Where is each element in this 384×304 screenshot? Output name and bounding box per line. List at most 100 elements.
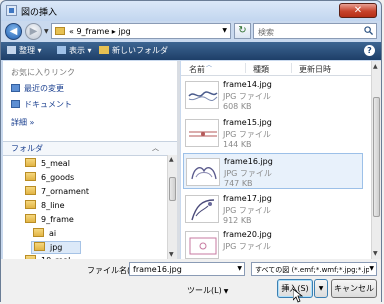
thumbnail-image <box>189 131 217 137</box>
file-item-selected[interactable]: frame16.jpg JPG ファイル 747 KB <box>183 153 363 189</box>
thumbnail-image <box>191 199 215 221</box>
file-item[interactable]: frame15.jpg JPG ファイル 144 KB <box>183 115 363 151</box>
tree-item-7-ornament[interactable]: 7_ornament <box>25 186 89 199</box>
scroll-thumb[interactable] <box>373 97 380 217</box>
file-name: frame16.jpg <box>224 157 273 166</box>
tree-item-label: 6_goods <box>41 173 75 182</box>
refresh-button[interactable]: ↻ <box>234 23 251 39</box>
folder-icon <box>33 228 44 237</box>
scroll-thumb[interactable] <box>169 177 176 201</box>
folder-icon <box>25 186 36 195</box>
search-icon[interactable] <box>364 26 373 35</box>
file-list-scrollbar[interactable]: ▲ ▼ <box>371 61 381 259</box>
close-button[interactable]: ✕ <box>339 3 377 18</box>
chevron-down-icon[interactable]: ▼ <box>369 265 374 272</box>
file-name-field[interactable]: frame16.jpg ▼ <box>129 262 245 276</box>
favorites-header: お気に入りリンク <box>11 68 75 77</box>
tree-item-label: 7_ornament <box>41 187 90 196</box>
thumbnail-image <box>189 237 217 255</box>
tree-item-9-frame[interactable]: 9_frame <box>25 214 74 227</box>
folder-icon <box>34 242 45 251</box>
file-item[interactable]: frame20.jpg JPG ファイル <box>183 227 363 259</box>
column-date[interactable]: 更新日時 <box>299 64 331 75</box>
sort-up-icon: ︿ <box>206 62 213 69</box>
column-headers: 名前 ︿ 種類 更新日時 <box>181 61 371 76</box>
more-links[interactable]: 詳細 » <box>11 117 34 128</box>
chevron-down-icon: ▼ <box>223 288 229 295</box>
tree-item-label: 5_meal <box>41 159 70 168</box>
thumbnail-image <box>188 91 218 101</box>
file-thumbnail <box>185 231 219 259</box>
mouse-cursor-icon <box>293 289 303 303</box>
folder-tree: 5_meal 6_goods 7_ornament 8_line 9_frame… <box>3 155 167 259</box>
recent-pages-chevron-icon[interactable]: ▼ <box>44 28 49 35</box>
chevron-up-icon[interactable]: ︿ <box>152 143 159 153</box>
tree-item-label: ai <box>49 229 57 238</box>
file-thumbnail <box>185 81 219 109</box>
file-name: frame20.jpg <box>223 230 272 239</box>
views-icon <box>57 46 66 54</box>
thumbnail-image <box>191 167 217 180</box>
breadcrumb[interactable]: « 9_frame ▸ jpg <box>69 27 131 36</box>
forward-button[interactable]: ▶ <box>25 23 42 40</box>
tree-item-label: 8_line <box>41 201 65 210</box>
file-size: 747 KB <box>224 179 253 188</box>
folder-icon <box>25 214 36 223</box>
title-bar: 図の挿入 ✕ <box>1 1 381 21</box>
navigation-pane: お気に入りリンク 最近の変更 ドキュメント 詳細 » フォルダ ︿ 5_meal… <box>3 61 177 259</box>
file-thumbnail <box>185 195 219 223</box>
file-item[interactable]: frame17.jpg JPG ファイル 912 KB <box>183 191 363 227</box>
tree-item-label: jpg <box>50 243 63 252</box>
tree-item-6-goods[interactable]: 6_goods <box>25 172 74 185</box>
cancel-button[interactable]: キャンセル <box>331 279 377 298</box>
search-input[interactable]: 検索 <box>253 23 377 39</box>
file-item[interactable]: frame14.jpg JPG ファイル 608 KB <box>183 77 363 113</box>
file-size: 912 KB <box>223 216 252 225</box>
new-folder-icon <box>99 46 109 54</box>
column-separator[interactable] <box>291 63 292 73</box>
scroll-up-icon[interactable]: ▲ <box>373 63 378 70</box>
organize-button[interactable]: 整理 ▾ <box>7 45 42 56</box>
tree-item-8-line[interactable]: 8_line <box>25 200 65 213</box>
column-type[interactable]: 種類 <box>253 64 269 75</box>
folders-header-label: フォルダ <box>11 144 43 153</box>
tree-item-5-meal[interactable]: 5_meal <box>25 158 70 171</box>
insert-options-button[interactable]: ▼ <box>314 279 328 298</box>
favorite-recent-changes[interactable]: 最近の変更 <box>11 83 64 94</box>
tree-item-jpg[interactable]: jpg <box>31 241 81 254</box>
views-button[interactable]: 表示 ▾ <box>57 45 92 56</box>
scroll-down-icon[interactable]: ▼ <box>373 250 378 257</box>
command-toolbar: 整理 ▾ 表示 ▾ 新しいフォルダ ? <box>1 42 381 60</box>
file-name: frame14.jpg <box>223 80 272 89</box>
folder-icon <box>55 27 65 35</box>
folders-header[interactable]: フォルダ ︿ <box>3 141 177 156</box>
search-placeholder: 検索 <box>258 28 274 37</box>
file-thumbnail <box>185 119 219 147</box>
file-name-value: frame16.jpg <box>133 265 182 274</box>
file-type: JPG ファイル <box>223 242 271 251</box>
chevron-down-icon[interactable]: ▼ <box>237 265 242 272</box>
address-dropdown-icon[interactable]: ▼ <box>222 27 227 34</box>
new-folder-button[interactable]: 新しいフォルダ <box>99 45 168 56</box>
scroll-down-icon[interactable]: ▼ <box>169 251 174 258</box>
file-name: frame17.jpg <box>223 194 272 203</box>
tree-item-label: 9_frame <box>41 215 74 224</box>
favorite-documents[interactable]: ドキュメント <box>11 99 72 110</box>
column-name[interactable]: 名前 <box>189 64 205 75</box>
tree-item-ai[interactable]: ai <box>33 228 56 241</box>
back-button[interactable]: ◀ <box>5 23 22 40</box>
tools-label: ツール(L) <box>187 286 222 295</box>
favorite-label: 最近の変更 <box>24 84 64 93</box>
file-name: frame15.jpg <box>223 118 272 127</box>
pane-splitter[interactable] <box>177 61 180 259</box>
column-separator[interactable] <box>245 63 246 73</box>
file-type: JPG ファイル <box>224 169 272 178</box>
help-icon[interactable]: ? <box>364 45 375 56</box>
file-type-value: すべての図 (*.emf;*.wmf;*.jpg;*.jpe <box>255 266 375 274</box>
address-bar[interactable]: « 9_frame ▸ jpg ▼ <box>51 23 231 39</box>
scroll-up-icon[interactable]: ▲ <box>169 156 174 163</box>
tools-menu[interactable]: ツール(L) ▼ <box>187 285 228 296</box>
favorite-label: ドキュメント <box>24 100 72 109</box>
folder-tree-scrollbar[interactable]: ▲ ▼ <box>167 155 177 259</box>
file-type-select[interactable]: すべての図 (*.emf;*.wmf;*.jpg;*.jpe ▼ <box>251 262 377 276</box>
